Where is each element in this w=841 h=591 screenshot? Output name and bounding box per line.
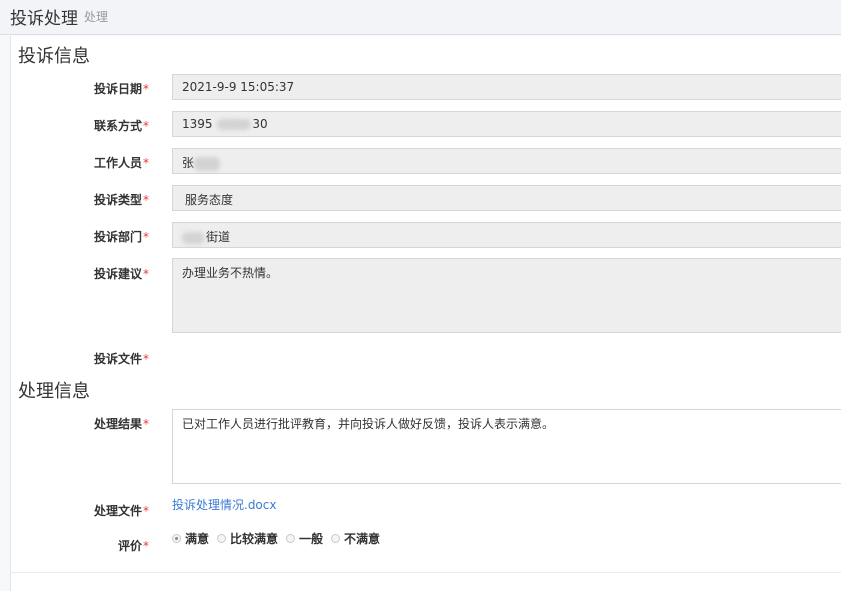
result-label-text: 处理结果 bbox=[93, 417, 142, 431]
form-panel: 投诉信息 投诉日期* 2021-9-9 15:05:37 联系方式* 1395 … bbox=[10, 36, 841, 591]
result-textarea[interactable]: 已对工作人员进行批评教育，并向投诉人做好反馈，投诉人表示满意。 bbox=[172, 409, 841, 484]
suggestion-label: 投诉建议* bbox=[11, 265, 149, 282]
department-label: 投诉部门* bbox=[11, 228, 149, 245]
contact-value-suffix: 30 bbox=[252, 117, 268, 131]
redaction-blur bbox=[194, 156, 221, 171]
complaint-date-value: 2021-9-9 15:05:37 bbox=[182, 80, 295, 94]
rating-option-label: 不满意 bbox=[344, 532, 381, 546]
radio-icon[interactable] bbox=[331, 534, 341, 543]
rating-option-dissatisfied[interactable]: 不满意 bbox=[331, 530, 380, 547]
page-header: 投诉处理 处理 bbox=[0, 0, 841, 35]
contact-field[interactable]: 1395 30 bbox=[172, 111, 841, 137]
handling-file-label-text: 处理文件 bbox=[93, 504, 142, 518]
contact-label-text: 联系方式 bbox=[93, 119, 142, 133]
required-mark: * bbox=[143, 82, 149, 96]
handling-section-title: 处理信息 bbox=[18, 381, 90, 402]
staff-label: 工作人员* bbox=[11, 154, 149, 171]
page-subtitle: 处理 bbox=[84, 10, 109, 24]
radio-checked-icon[interactable] bbox=[172, 534, 181, 543]
divider bbox=[11, 572, 841, 573]
required-mark: * bbox=[143, 193, 149, 207]
result-value: 已对工作人员进行批评教育，并向投诉人做好反馈，投诉人表示满意。 bbox=[182, 417, 555, 431]
radio-icon[interactable] bbox=[217, 534, 227, 543]
department-label-text: 投诉部门 bbox=[93, 230, 142, 244]
handling-file-label: 处理文件* bbox=[11, 502, 149, 519]
complaint-date-label-text: 投诉日期 bbox=[93, 82, 142, 96]
required-mark: * bbox=[143, 156, 149, 170]
required-mark: * bbox=[143, 119, 149, 133]
staff-field[interactable]: 张 bbox=[172, 148, 841, 174]
complaint-type-select[interactable]: 服务态度 bbox=[172, 185, 841, 211]
suggestion-textarea[interactable]: 办理业务不热情。 bbox=[172, 258, 841, 333]
rating-option-label: 一般 bbox=[299, 532, 324, 546]
contact-value-prefix: 1395 bbox=[182, 117, 213, 131]
rating-label: 评价* bbox=[11, 537, 149, 554]
rating-radio-group: 满意 比较满意 一般 不满意 bbox=[172, 530, 388, 547]
required-mark: * bbox=[143, 230, 149, 244]
complaint-date-label: 投诉日期* bbox=[11, 80, 149, 97]
suggestion-label-text: 投诉建议 bbox=[93, 267, 142, 281]
handling-file-link[interactable]: 投诉处理情况.docx bbox=[172, 496, 276, 513]
complaint-type-value: 服务态度 bbox=[185, 193, 234, 207]
required-mark: * bbox=[143, 417, 149, 431]
complaint-type-label-text: 投诉类型 bbox=[93, 193, 142, 207]
required-mark: * bbox=[143, 539, 149, 553]
staff-label-text: 工作人员 bbox=[93, 156, 142, 170]
rating-option-label: 比较满意 bbox=[230, 532, 279, 546]
required-mark: * bbox=[143, 352, 149, 366]
rating-option-average[interactable]: 一般 bbox=[286, 530, 323, 547]
department-value-suffix: 街道 bbox=[206, 230, 231, 244]
rating-label-text: 评价 bbox=[117, 539, 142, 553]
required-mark: * bbox=[143, 267, 149, 281]
department-field[interactable]: 街道 bbox=[172, 222, 841, 248]
rating-option-fairly-satisfied[interactable]: 比较满意 bbox=[217, 530, 278, 547]
complaint-file-label: 投诉文件* bbox=[11, 350, 149, 367]
page-title: 投诉处理 bbox=[10, 9, 78, 29]
contact-label: 联系方式* bbox=[11, 117, 149, 134]
redaction-blur bbox=[182, 231, 204, 244]
complaint-file-label-text: 投诉文件 bbox=[93, 352, 142, 366]
complaint-section-title: 投诉信息 bbox=[18, 46, 90, 67]
redaction-blur bbox=[217, 119, 252, 130]
radio-icon[interactable] bbox=[286, 534, 296, 543]
staff-value-prefix: 张 bbox=[182, 156, 195, 170]
rating-option-label: 满意 bbox=[185, 532, 210, 546]
suggestion-value: 办理业务不热情。 bbox=[182, 266, 279, 280]
result-label: 处理结果* bbox=[11, 415, 149, 432]
complaint-type-label: 投诉类型* bbox=[11, 191, 149, 208]
required-mark: * bbox=[143, 504, 149, 518]
complaint-date-field[interactable]: 2021-9-9 15:05:37 bbox=[172, 74, 841, 100]
rating-option-satisfied[interactable]: 满意 bbox=[172, 530, 209, 547]
